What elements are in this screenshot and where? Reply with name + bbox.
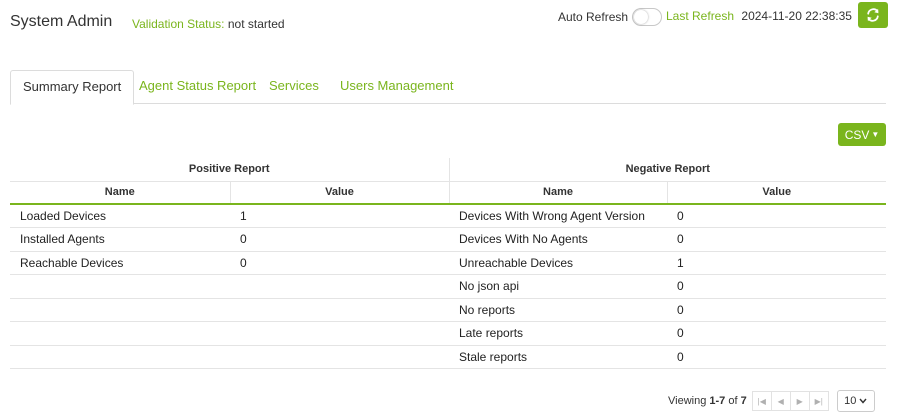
first-page-button[interactable]: |◀ (751, 391, 772, 411)
last-refresh: Last Refresh 2024-11-20 22:38:35 (666, 9, 852, 23)
table-column-header-row: Name Value Name Value (10, 181, 887, 205)
next-page-icon: ▶ (796, 396, 803, 406)
negative-value-cell: 0 (667, 345, 887, 369)
positive-value-cell (230, 298, 449, 322)
column-header-negative-value[interactable]: Value (667, 181, 887, 205)
positive-name-cell: Installed Agents (10, 227, 230, 252)
next-page-button[interactable]: ▶ (789, 391, 810, 411)
negative-value-cell: 1 (667, 251, 887, 275)
auto-refresh-label: Auto Refresh (558, 10, 629, 24)
negative-name-cell: Stale reports (449, 345, 667, 369)
viewing-label: Viewing (668, 395, 707, 407)
viewing-range: 1-7 (709, 395, 726, 407)
table-row: Stale reports 0 (10, 345, 887, 369)
tab-bar: Summary Report Agent Status Report Servi… (10, 70, 886, 105)
validation-status-value: not started (227, 17, 285, 31)
auto-refresh-toggle[interactable] (632, 8, 663, 26)
prev-page-button[interactable]: ◀ (770, 391, 791, 411)
negative-value-cell: 0 (667, 321, 887, 346)
chevron-down-icon (859, 398, 867, 404)
table-row: Loaded Devices 1 Devices With Wrong Agen… (10, 204, 887, 228)
tab-users-management[interactable]: Users Management (328, 70, 465, 104)
first-page-icon: |◀ (757, 396, 766, 406)
positive-name-cell (10, 274, 230, 299)
validation-status-label: Validation Status: (132, 17, 225, 31)
positive-value-cell: 0 (230, 251, 449, 275)
pagination-summary: Viewing 1-7 of 7 (668, 395, 747, 407)
negative-value-cell: 0 (667, 227, 887, 252)
viewing-total: 7 (740, 395, 747, 407)
negative-name-cell: No json api (449, 274, 667, 299)
negative-value-cell: 0 (667, 274, 887, 299)
positive-name-cell: Loaded Devices (10, 204, 230, 228)
pagination: Viewing 1-7 of 7 |◀ ◀ ▶ ▶| 10 (668, 390, 875, 412)
page-size-select[interactable]: 10 (836, 390, 875, 412)
negative-name-cell: Unreachable Devices (449, 251, 667, 275)
negative-value-cell: 0 (667, 298, 887, 322)
negative-name-cell: Devices With No Agents (449, 227, 667, 252)
last-page-button[interactable]: ▶| (808, 391, 829, 411)
refresh-button[interactable] (858, 2, 888, 28)
auto-refresh-control: Auto Refresh (558, 8, 663, 26)
negative-name-cell: Late reports (449, 321, 667, 346)
last-page-icon: ▶| (814, 396, 823, 406)
table-row: Reachable Devices 0 Unreachable Devices … (10, 251, 887, 275)
caret-down-icon: ▼ (871, 130, 880, 139)
tab-services[interactable]: Services (257, 70, 331, 104)
positive-value-cell (230, 321, 449, 346)
summary-report-table: Positive Report Negative Report Name Val… (10, 158, 887, 369)
positive-value-cell (230, 345, 449, 369)
positive-name-cell (10, 321, 230, 346)
tab-summary-report[interactable]: Summary Report (10, 70, 135, 105)
negative-name-cell: No reports (449, 298, 667, 322)
positive-value-cell: 1 (230, 204, 449, 228)
csv-export-button[interactable]: CSV ▼ (838, 123, 886, 146)
tab-agent-status-report[interactable]: Agent Status Report (127, 70, 268, 104)
positive-report-header: Positive Report (10, 158, 450, 182)
column-header-positive-value[interactable]: Value (230, 181, 450, 205)
validation-status: Validation Status: not started (132, 17, 285, 31)
refresh-icon (867, 8, 879, 22)
column-header-negative-name[interactable]: Name (449, 181, 668, 205)
table-row: Late reports 0 (10, 321, 887, 346)
csv-button-label: CSV (844, 127, 870, 142)
table-group-header-row: Positive Report Negative Report (10, 158, 887, 182)
last-refresh-value: 2024-11-20 22:38:35 (741, 9, 852, 23)
negative-report-header: Negative Report (449, 158, 887, 182)
positive-value-cell: 0 (230, 227, 449, 252)
negative-name-cell: Devices With Wrong Agent Version (449, 204, 667, 228)
toggle-knob (634, 10, 649, 24)
table-row: No reports 0 (10, 298, 887, 322)
positive-name-cell: Reachable Devices (10, 251, 230, 275)
table-row: No json api 0 (10, 274, 887, 299)
positive-value-cell (230, 274, 449, 299)
positive-name-cell (10, 298, 230, 322)
app-title: System Admin (10, 13, 113, 30)
of-label: of (728, 395, 738, 407)
negative-value-cell: 0 (667, 204, 887, 228)
prev-page-icon: ◀ (777, 396, 784, 406)
table-row: Installed Agents 0 Devices With No Agent… (10, 227, 887, 252)
column-header-positive-name[interactable]: Name (10, 181, 231, 205)
last-refresh-label: Last Refresh (666, 9, 735, 23)
positive-name-cell (10, 345, 230, 369)
header-bar: System Admin Validation Status: not star… (0, 0, 900, 50)
page-size-value: 10 (844, 395, 857, 407)
